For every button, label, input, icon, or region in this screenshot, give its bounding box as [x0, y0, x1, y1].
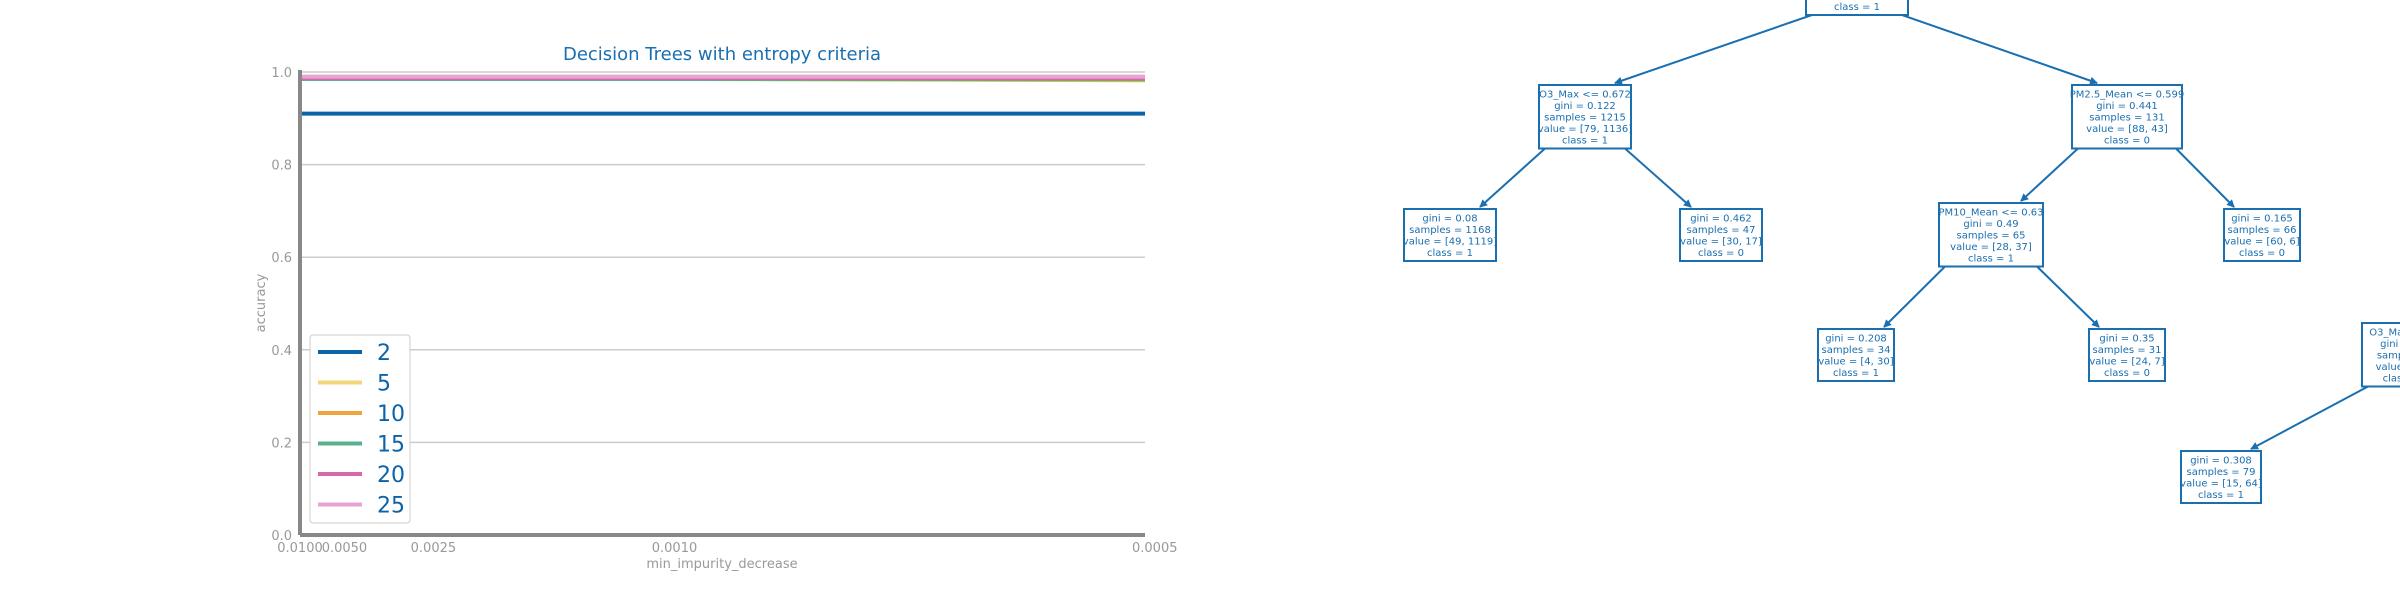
tree-node-root: value = [167, 1179]class = 1	[1805, 0, 1909, 16]
tree-edge	[1901, 14, 2098, 85]
tree-node-line: class = 0	[1698, 248, 1744, 259]
tree-node-line: value = [60, 6]	[2224, 237, 2299, 248]
tree-node-line: class = 1	[1968, 254, 2014, 265]
tree-node-line: value =	[2376, 362, 2400, 373]
tree-node-n8: gini = 0.35samples = 31value = [24, 7]cl…	[2088, 328, 2166, 382]
tree-node-line: samples = 1168	[1409, 225, 1491, 236]
tree-node-line: samples = 34	[1821, 345, 1890, 356]
tree-node-line: class = 1	[1427, 248, 1473, 259]
tree-node-line: samples = 65	[1956, 231, 2025, 242]
tree-node-line: samples = 47	[1686, 225, 1755, 236]
tree-node-n1: O3_Max <= 0.672gini = 0.122samples = 121…	[1538, 84, 1632, 150]
decision-tree: value = [167, 1179]class = 1 O3_Max <= 0.…	[1403, 0, 2400, 504]
tree-node-n2: PM2.5_Mean <= 0.599gini = 0.441samples =…	[2070, 84, 2185, 150]
tree-node-line: value = [28, 37]	[1950, 242, 2032, 253]
tree-node-line: class	[2383, 374, 2400, 385]
tree-node-n9: O3_Max <gini =samplevalue =class	[2361, 322, 2400, 388]
tree-edge	[2020, 147, 2079, 202]
tree-node-n6: gini = 0.165samples = 66value = [60, 6]c…	[2223, 208, 2301, 262]
tree-node-line: class = 1	[2198, 490, 2244, 501]
tree-edge	[2175, 147, 2235, 208]
tree-node-line: class = 1	[1562, 136, 1608, 147]
tree-edge	[1883, 265, 1946, 328]
tree-node-n10: gini = 0.308samples = 79value = [15, 64]…	[2180, 450, 2262, 504]
tree-node-line: gini = 0.35	[2099, 334, 2154, 345]
tree-node-n3: gini = 0.08samples = 1168value = [49, 11…	[1403, 208, 1497, 262]
tree-node-n7: gini = 0.208samples = 34value = [4, 30]c…	[1817, 328, 1895, 382]
tree-node-line: gini = 0.208	[1825, 334, 1887, 345]
tree-node-line: O3_Max <	[2369, 328, 2400, 339]
tree-node-line: value = [15, 64]	[2180, 479, 2262, 490]
tree-edge	[1614, 14, 1813, 85]
tree-node-line: PM10_Mean <= 0.63	[1938, 208, 2043, 219]
tree-node-line: class = 1	[1833, 368, 1879, 379]
tree-node-line: value = [88, 43]	[2086, 124, 2168, 135]
tree-node-n5: PM10_Mean <= 0.63gini = 0.49samples = 65…	[1938, 202, 2044, 268]
tree-node-line: samples = 1215	[1544, 113, 1626, 124]
tree-node-line: value = [49, 1119]	[1403, 237, 1497, 248]
tree-nodes: value = [167, 1179]class = 1 O3_Max <= 0.…	[1403, 0, 2400, 504]
tree-node-line: gini = 0.08	[1422, 214, 1477, 225]
tree-node-line: gini = 0.441	[2096, 101, 2158, 112]
tree-node-line: class = 0	[2239, 248, 2285, 259]
tree-node-line: samples = 31	[2092, 345, 2161, 356]
tree-node-line: gini =	[2380, 339, 2400, 350]
tree-node-line: gini = 0.462	[1690, 214, 1752, 225]
tree-node-line: class = 0	[2104, 368, 2150, 379]
tree-node-line: value = [4, 30]	[1818, 357, 1893, 368]
tree-edge	[2036, 265, 2100, 328]
tree-node-line: sample	[2377, 351, 2400, 362]
tree-node-line: PM2.5_Mean <= 0.599	[2070, 90, 2185, 101]
tree-edge	[2250, 385, 2369, 450]
tree-node-line: samples = 79	[2186, 467, 2255, 478]
tree-node-line: value = [24, 7]	[2089, 357, 2164, 368]
tree-node-line: value = [79, 1136]	[1538, 124, 1632, 135]
tree-node-line: gini = 0.122	[1554, 101, 1616, 112]
tree-edge	[1624, 147, 1692, 208]
tree-node-line: gini = 0.308	[2190, 456, 2252, 467]
tree-node-line: O3_Max <= 0.672	[1539, 90, 1631, 101]
tree-node-line: class = 1	[1834, 2, 1880, 13]
tree-node-line: class = 0	[2104, 136, 2150, 147]
tree-node-line: gini = 0.49	[1963, 219, 2018, 230]
tree-node-line: samples = 66	[2227, 225, 2296, 236]
tree-node-line: samples = 131	[2089, 113, 2164, 124]
tree-node-line: value = [30, 17]	[1680, 237, 1762, 248]
tree-node-line: gini = 0.165	[2231, 214, 2293, 225]
tree-node-n4: gini = 0.462samples = 47value = [30, 17]…	[1679, 208, 1763, 262]
tree-edge	[1479, 147, 1546, 208]
